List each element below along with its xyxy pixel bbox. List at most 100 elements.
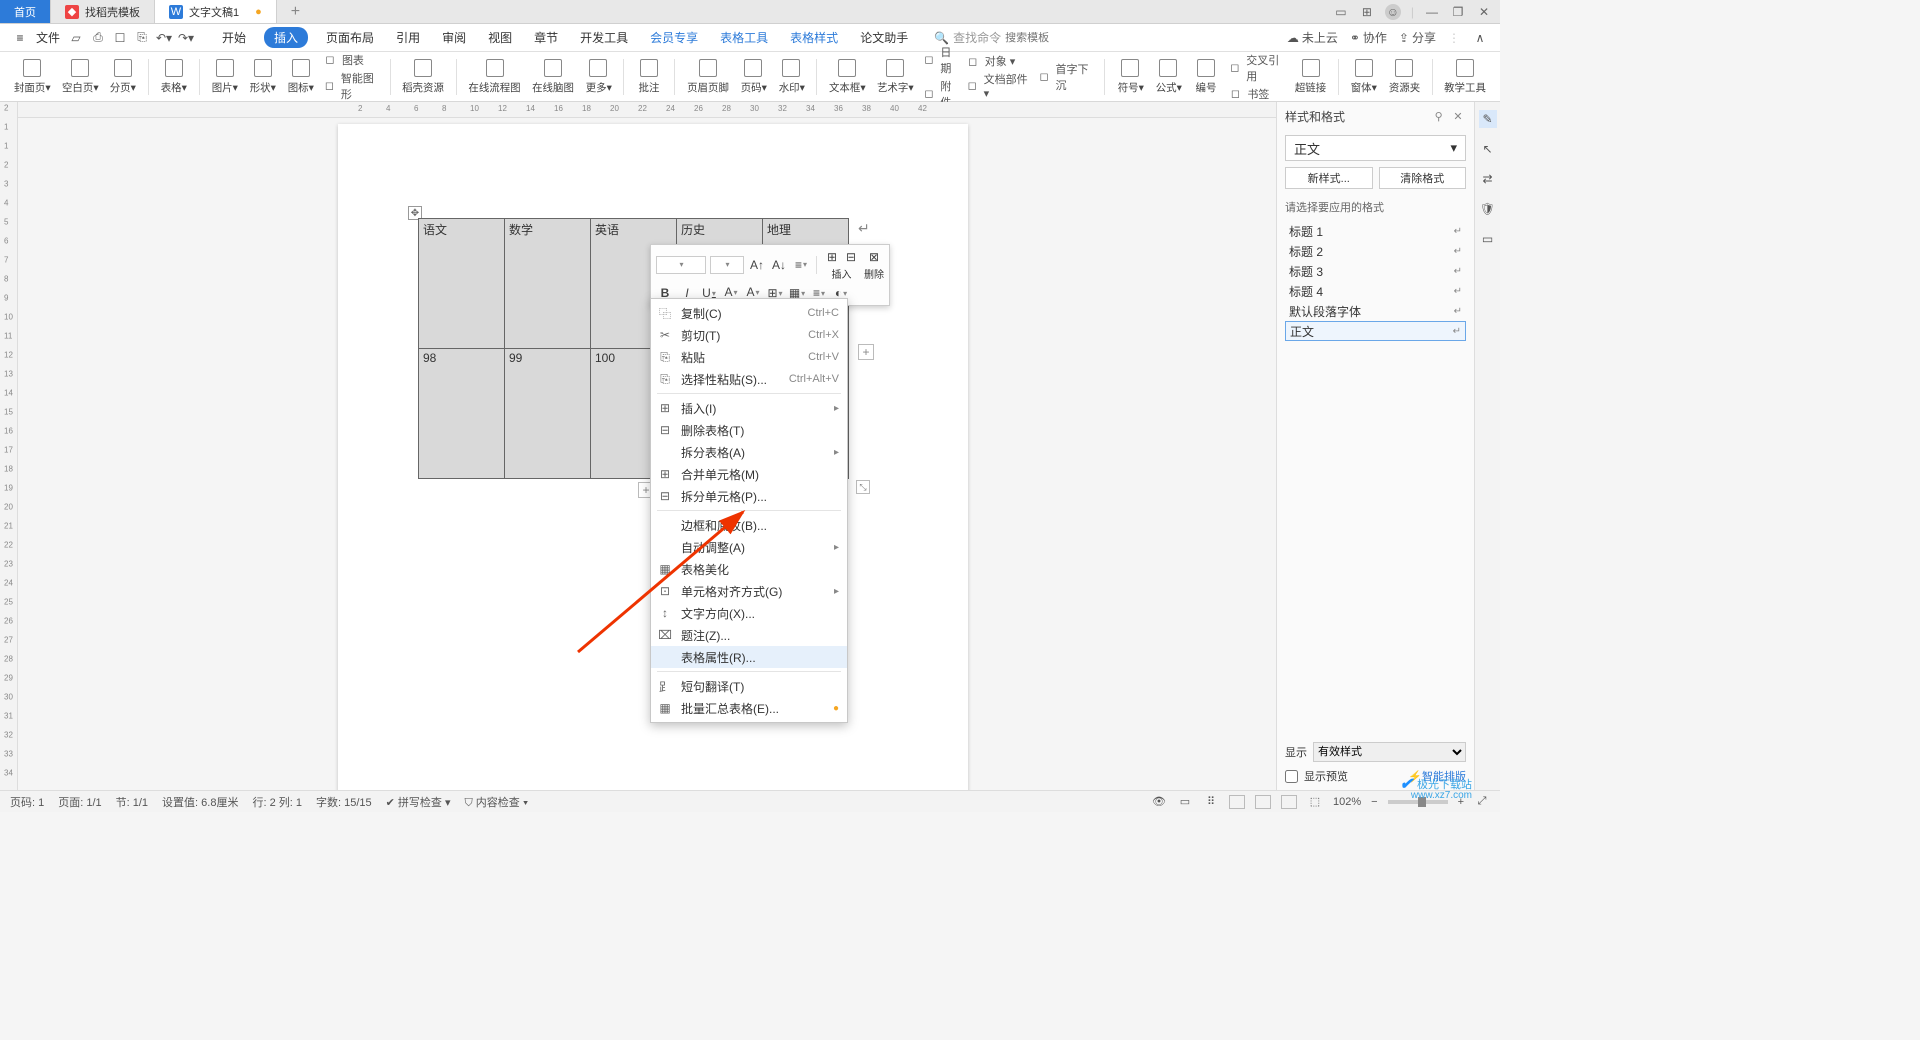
show-dropdown[interactable]: 有效样式	[1313, 742, 1466, 762]
ribbon-button[interactable]: 公式▾	[1151, 54, 1185, 100]
view-web-icon[interactable]	[1255, 795, 1271, 809]
ribbon-button[interactable]: 符号▾	[1113, 54, 1147, 100]
status-item[interactable]: 设置值: 6.8厘米	[162, 794, 238, 810]
tab-home[interactable]: 首页	[0, 0, 51, 23]
context-menu-item[interactable]: ⻊短句翻译(T)	[651, 675, 847, 697]
context-menu-item[interactable]: ⊞合并单元格(M)	[651, 463, 847, 485]
reading-mode-icon[interactable]: ▭	[1177, 794, 1193, 810]
font-size-dropdown[interactable]	[710, 256, 744, 274]
collapse-ribbon-icon[interactable]: ∧	[1472, 30, 1488, 46]
status-item[interactable]: 节: 1/1	[116, 794, 148, 810]
ribbon-tab[interactable]: 插入	[264, 27, 308, 48]
ribbon-button[interactable]: ◻图表	[322, 52, 382, 68]
context-menu-item[interactable]: ⊡单元格对齐方式(G)▸	[651, 580, 847, 602]
print-preview-icon[interactable]: ☐	[112, 30, 128, 46]
context-menu-item[interactable]: ▦表格美化	[651, 558, 847, 580]
context-menu-item[interactable]: 拆分表格(A)▸	[651, 441, 847, 463]
book-tool-icon[interactable]: ▭	[1479, 230, 1497, 248]
ribbon-button[interactable]: 图标▾	[284, 54, 318, 100]
context-menu-item[interactable]: ✂剪切(T)Ctrl+X	[651, 324, 847, 346]
context-menu-item[interactable]: ⿻复制(C)Ctrl+C	[651, 302, 847, 324]
minimize-icon[interactable]: ―	[1424, 4, 1440, 20]
ribbon-button[interactable]: 编号	[1189, 54, 1223, 100]
ribbon-tab[interactable]: 引用	[392, 27, 424, 48]
ribbon-tab[interactable]: 章节	[530, 27, 562, 48]
table-cell[interactable]: 数学	[505, 219, 591, 349]
settings-tool-icon[interactable]: ⇄	[1479, 170, 1497, 188]
paste-icon[interactable]: ⎘	[134, 30, 150, 46]
ribbon-button[interactable]: 稻壳资源	[399, 54, 448, 100]
eye-icon[interactable]: 👁	[1151, 794, 1167, 810]
ribbon-tab[interactable]: 开始	[218, 27, 250, 48]
table-resize-handle[interactable]: ⤡	[856, 480, 870, 494]
apps-icon[interactable]: ⊞	[1359, 4, 1375, 20]
ribbon-tab[interactable]: 开发工具	[576, 27, 632, 48]
ribbon-button[interactable]: 表格▾	[157, 54, 191, 100]
context-menu-item[interactable]: 边框和底纹(B)...	[651, 514, 847, 536]
ribbon-button[interactable]: 页码▾	[736, 54, 770, 100]
status-item[interactable]: 行: 2 列: 1	[252, 794, 302, 810]
ribbon-button[interactable]: 图片▾	[208, 54, 242, 100]
context-menu-item[interactable]: ⎘选择性粘贴(S)...Ctrl+Alt+V	[651, 368, 847, 390]
ribbon-button[interactable]: ◻文档部件 ▾	[965, 71, 1033, 100]
context-menu-item[interactable]: 自动调整(A)▸	[651, 536, 847, 558]
clear-format-button[interactable]: 清除格式	[1379, 167, 1467, 189]
ribbon-button[interactable]: 形状▾	[246, 54, 280, 100]
style-list-item[interactable]: 标题 1↵	[1285, 221, 1466, 241]
ribbon-button[interactable]: 教学工具	[1441, 54, 1490, 100]
ribbon-button[interactable]: 在线脑图	[528, 54, 577, 100]
close-icon[interactable]: ✕	[1476, 4, 1492, 20]
ribbon-button[interactable]: 封面页▾	[10, 54, 54, 100]
zoom-value[interactable]: 102%	[1333, 796, 1361, 808]
coop-button[interactable]: ⚭ 协作	[1350, 29, 1387, 46]
ribbon-tab[interactable]: 页面布局	[322, 27, 378, 48]
style-list-item[interactable]: 标题 2↵	[1285, 241, 1466, 261]
zoom-out-icon[interactable]: −	[1371, 796, 1377, 808]
ribbon-button[interactable]: 分页▾	[106, 54, 140, 100]
ribbon-button[interactable]: ◻日期	[921, 44, 960, 76]
current-style-dropdown[interactable]: 正文▾	[1285, 135, 1466, 161]
ribbon-tab[interactable]: 会员专享	[646, 27, 702, 48]
decrease-font-icon[interactable]: A↓	[770, 256, 788, 274]
share-button[interactable]: ⇪ 分享	[1399, 29, 1436, 46]
user-avatar-icon[interactable]: ☺	[1385, 4, 1401, 20]
ribbon-button[interactable]: ◻智能图形	[322, 70, 382, 102]
style-list-item[interactable]: 正文↵	[1285, 321, 1466, 341]
increase-font-icon[interactable]: A↑	[748, 256, 766, 274]
view-print-icon[interactable]	[1229, 795, 1245, 809]
page-dots-icon[interactable]: ⠿	[1203, 794, 1219, 810]
undo-icon[interactable]: ↶▾	[156, 30, 172, 46]
context-menu-item[interactable]: ⊟删除表格(T)	[651, 419, 847, 441]
insert-group[interactable]: ⊞⊟ 插入	[823, 248, 860, 281]
panel-pin-icon[interactable]: ⚲	[1431, 109, 1447, 125]
styles-tool-icon[interactable]: ✎	[1479, 110, 1497, 128]
content-check-button[interactable]: ⛉ 内容检查 ▾	[464, 794, 528, 810]
style-list-item[interactable]: 标题 4↵	[1285, 281, 1466, 301]
line-spacing-icon[interactable]: ≡	[792, 256, 810, 274]
ribbon-button[interactable]: 更多▾	[581, 54, 615, 100]
ribbon-button[interactable]: ◻交叉引用	[1227, 52, 1287, 84]
tab-new[interactable]: +	[277, 0, 314, 23]
ribbon-button[interactable]: 水印▾	[774, 54, 808, 100]
ribbon-button[interactable]: ◻首字下沉	[1037, 61, 1097, 93]
ribbon-tab[interactable]: 表格样式	[786, 27, 842, 48]
delete-group[interactable]: ⊠ 删除	[864, 248, 884, 281]
ribbon-button[interactable]: 空白页▾	[58, 54, 102, 100]
table-cell[interactable]: 语文	[419, 219, 505, 349]
tab-document[interactable]: W 文字文稿1 ●	[155, 0, 277, 23]
status-item[interactable]: 页码: 1	[10, 794, 44, 810]
ribbon-button[interactable]: 艺术字▾	[873, 54, 917, 100]
search-cmd-icon[interactable]: 🔍	[934, 31, 949, 45]
table-cell[interactable]: 99	[505, 349, 591, 479]
hamburger-icon[interactable]: ≡	[12, 30, 28, 46]
panel-close-icon[interactable]: ✕	[1450, 109, 1466, 125]
ribbon-button[interactable]: ◻书签	[1227, 86, 1287, 102]
print-icon[interactable]: ⎙	[90, 30, 106, 46]
ribbon-button[interactable]: 在线流程图	[465, 54, 524, 100]
save-icon[interactable]: ▱	[68, 30, 84, 46]
shield-tool-icon[interactable]: 🛡	[1479, 200, 1497, 218]
ribbon-tab[interactable]: 视图	[484, 27, 516, 48]
status-item[interactable]: 字数: 15/15	[316, 794, 372, 810]
add-column-button[interactable]: +	[858, 344, 874, 360]
style-list-item[interactable]: 默认段落字体↵	[1285, 301, 1466, 321]
